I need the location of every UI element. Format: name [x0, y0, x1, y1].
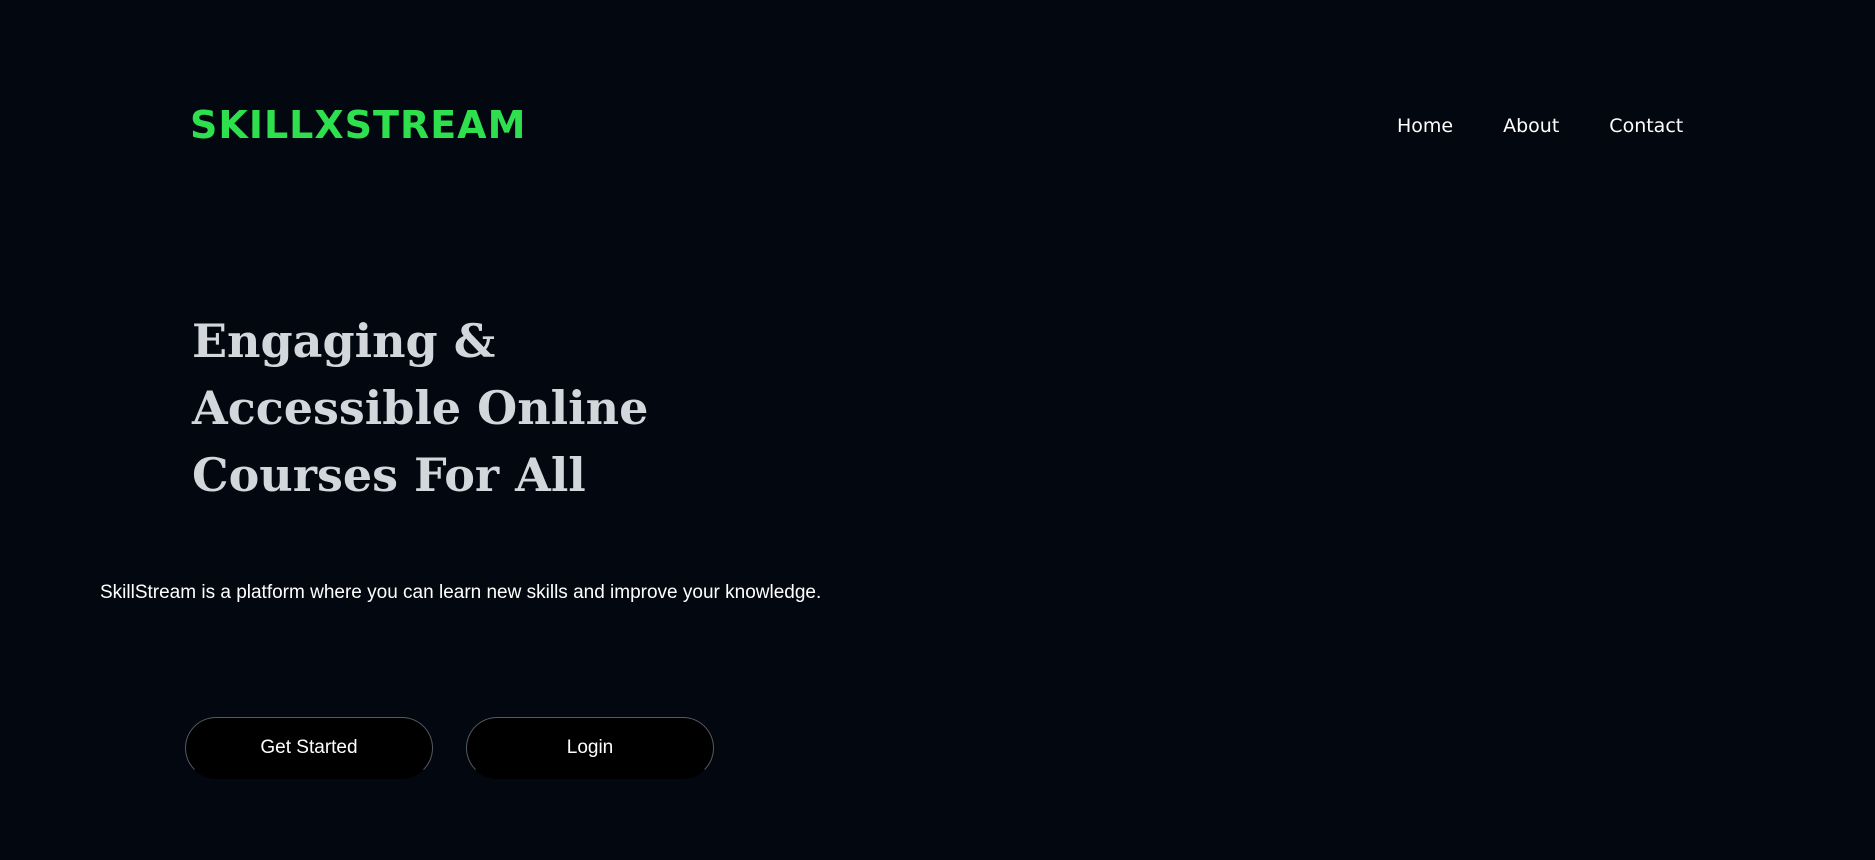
nav-contact-link[interactable]: Contact [1609, 112, 1683, 140]
hero-headline-line-2: Accessible Online [192, 381, 649, 435]
hero-headline-line-3: Courses For All [192, 448, 586, 502]
get-started-button[interactable]: Get Started [185, 717, 433, 779]
nav-home-link[interactable]: Home [1397, 112, 1453, 140]
hero-tagline: SkillStream is a platform where you can … [100, 582, 822, 603]
login-button[interactable]: Login [466, 717, 714, 779]
nav-about-link[interactable]: About [1503, 112, 1559, 140]
brand-logo[interactable]: SKILLXSTREAM [190, 102, 526, 148]
main-nav: Home About Contact [1397, 112, 1683, 140]
hero-headline-line-1: Engaging & [192, 314, 496, 368]
hero-headline: Engaging & Accessible Online Courses For… [192, 308, 712, 509]
